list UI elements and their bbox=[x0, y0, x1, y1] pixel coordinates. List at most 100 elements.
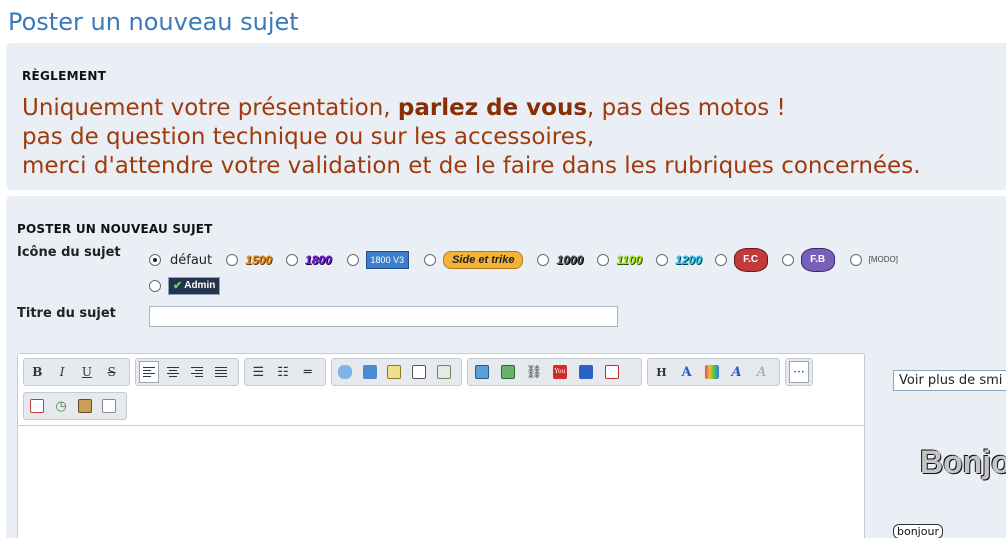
icon-radio-1200[interactable] bbox=[655, 254, 668, 266]
warning-note-icon bbox=[387, 365, 402, 379]
icon-radio-1500[interactable] bbox=[226, 254, 239, 266]
smiley-bonjour-small[interactable]: bonjour bbox=[893, 524, 943, 538]
rules-line-1-start: Uniquement votre présentation, bbox=[22, 95, 398, 121]
icon-badge-admin-label: Admin bbox=[184, 280, 216, 291]
source-button[interactable] bbox=[99, 395, 119, 417]
code-icon bbox=[362, 365, 377, 379]
topic-icon-options-row-2: ✔ Admin bbox=[149, 275, 221, 297]
icon-radio-1800[interactable] bbox=[285, 254, 298, 266]
check-icon: ✔ bbox=[173, 280, 183, 292]
numbered-list-button[interactable]: ☷ bbox=[273, 361, 294, 383]
icon-badge-fb: F.B bbox=[800, 248, 835, 272]
message-textarea[interactable] bbox=[18, 427, 864, 538]
editor-toolbar: B I U S ☰ ☷ ═ ⛓ You H A A A ··· ◷ bbox=[18, 354, 864, 426]
paste-button[interactable] bbox=[75, 395, 95, 417]
message-editor[interactable]: B I U S ☰ ☷ ═ ⛓ You H A A A ··· ◷ bbox=[17, 353, 865, 538]
link-icon: ⛓ bbox=[525, 364, 543, 380]
icon-badge-1000: 1000 bbox=[556, 253, 584, 267]
flash-button[interactable] bbox=[601, 361, 623, 383]
dailymotion-button[interactable] bbox=[575, 361, 597, 383]
rules-line-1: Uniquement votre présentation, parlez de… bbox=[22, 94, 921, 123]
quote-button[interactable] bbox=[335, 361, 356, 383]
topic-title-input[interactable] bbox=[149, 306, 618, 327]
rules-line-2: pas de question technique ou sur les acc… bbox=[22, 124, 595, 150]
align-center-button[interactable] bbox=[163, 361, 183, 383]
icon-badge-side-trike: Side et trike bbox=[443, 251, 524, 269]
horizontal-rule-button[interactable]: ═ bbox=[297, 361, 318, 383]
icon-badge-1200: 1200 bbox=[674, 253, 702, 267]
align-left-button[interactable] bbox=[139, 361, 160, 383]
icon-radio-fb[interactable] bbox=[781, 254, 794, 266]
strikethrough-button[interactable]: S bbox=[101, 361, 122, 383]
icon-radio-1000[interactable] bbox=[537, 254, 550, 266]
color-button[interactable] bbox=[701, 361, 722, 383]
icon-radio-1100[interactable] bbox=[597, 254, 610, 266]
table-icon bbox=[436, 365, 451, 379]
date-button[interactable] bbox=[27, 395, 47, 417]
rules-line-3: merci d'attendre votre validation et de … bbox=[22, 153, 921, 179]
clock-icon: ◷ bbox=[55, 398, 67, 414]
remove-format-icon: A bbox=[756, 364, 767, 380]
more-options-button[interactable]: ··· bbox=[789, 361, 809, 383]
heading-button[interactable]: H bbox=[651, 361, 672, 383]
link-button[interactable]: ⛓ bbox=[523, 361, 545, 383]
time-button[interactable]: ◷ bbox=[51, 395, 71, 417]
more-smilies-link[interactable]: Voir plus de smi bbox=[893, 370, 1006, 391]
remove-format-button[interactable]: A bbox=[751, 361, 772, 383]
youtube-icon: You bbox=[553, 365, 567, 379]
video-icon bbox=[579, 365, 593, 379]
font-size-button[interactable]: A bbox=[676, 361, 697, 383]
horizontal-rule-icon: ═ bbox=[303, 364, 312, 380]
post-heading: POSTER UN NOUVEAU SUJET bbox=[17, 222, 213, 236]
youtube-button[interactable]: You bbox=[549, 361, 571, 383]
spoiler-button[interactable] bbox=[384, 361, 405, 383]
page-title: Poster un nouveau sujet bbox=[8, 8, 299, 36]
icon-radio-side-trike[interactable] bbox=[424, 254, 437, 266]
font-size-icon: A bbox=[681, 364, 692, 380]
align-justify-button[interactable] bbox=[211, 361, 231, 383]
rules-line-1-end: , pas des motos ! bbox=[587, 95, 786, 121]
toolbar-group-blocks bbox=[331, 358, 462, 386]
toolbar-group-style: B I U S bbox=[23, 358, 130, 386]
bullet-list-button[interactable]: ☰ bbox=[248, 361, 269, 383]
numbered-list-icon: ☷ bbox=[277, 364, 289, 380]
image-icon bbox=[475, 365, 489, 379]
icon-option-default-label: défaut bbox=[170, 252, 213, 268]
icon-radio-admin[interactable] bbox=[149, 280, 161, 292]
bold-button[interactable]: B bbox=[27, 361, 48, 383]
toolbar-group-font: H A A A bbox=[647, 358, 780, 386]
topic-icon-label: Icône du sujet bbox=[17, 245, 121, 260]
icon-radio-1800-v3[interactable] bbox=[346, 254, 359, 266]
icon-badge-1800: 1800 bbox=[304, 253, 332, 267]
icon-badge-fc: F.C bbox=[733, 248, 768, 272]
host-image-button[interactable] bbox=[497, 361, 519, 383]
icon-badge-1100: 1100 bbox=[616, 253, 642, 267]
smiley-bonjour-large[interactable]: Bonjo bbox=[920, 444, 1006, 481]
icon-radio-fc[interactable] bbox=[714, 254, 727, 266]
bullet-list-icon: ☰ bbox=[252, 364, 265, 380]
table-button[interactable] bbox=[433, 361, 454, 383]
rules-line-1-emphasis: parlez de vous bbox=[397, 95, 588, 121]
icon-badge-admin: ✔ Admin bbox=[168, 277, 221, 295]
icon-badge-1800-v3: 1800 V3 bbox=[365, 251, 410, 269]
document-icon bbox=[102, 399, 116, 413]
code-button[interactable] bbox=[360, 361, 381, 383]
align-justify-icon bbox=[215, 367, 228, 377]
hide-button[interactable] bbox=[409, 361, 430, 383]
flash-icon bbox=[605, 365, 619, 379]
underline-button[interactable]: U bbox=[77, 361, 98, 383]
icon-radio-default[interactable] bbox=[149, 254, 161, 266]
icon-radio-modo[interactable] bbox=[849, 254, 862, 266]
icon-badge-modo: [MODO] bbox=[868, 255, 898, 264]
clipboard-icon bbox=[78, 399, 92, 413]
ellipsis-icon: ··· bbox=[793, 365, 805, 379]
rules-heading: RÈGLEMENT bbox=[22, 69, 107, 83]
toolbar-group-lists: ☰ ☷ ═ bbox=[244, 358, 326, 386]
topic-title-label: Titre du sujet bbox=[17, 306, 116, 321]
font-face-button[interactable]: A bbox=[726, 361, 747, 383]
color-palette-icon bbox=[704, 365, 719, 379]
image-button[interactable] bbox=[471, 361, 493, 383]
align-right-button[interactable] bbox=[187, 361, 207, 383]
edit-note-icon bbox=[412, 365, 427, 379]
italic-button[interactable]: I bbox=[52, 361, 73, 383]
